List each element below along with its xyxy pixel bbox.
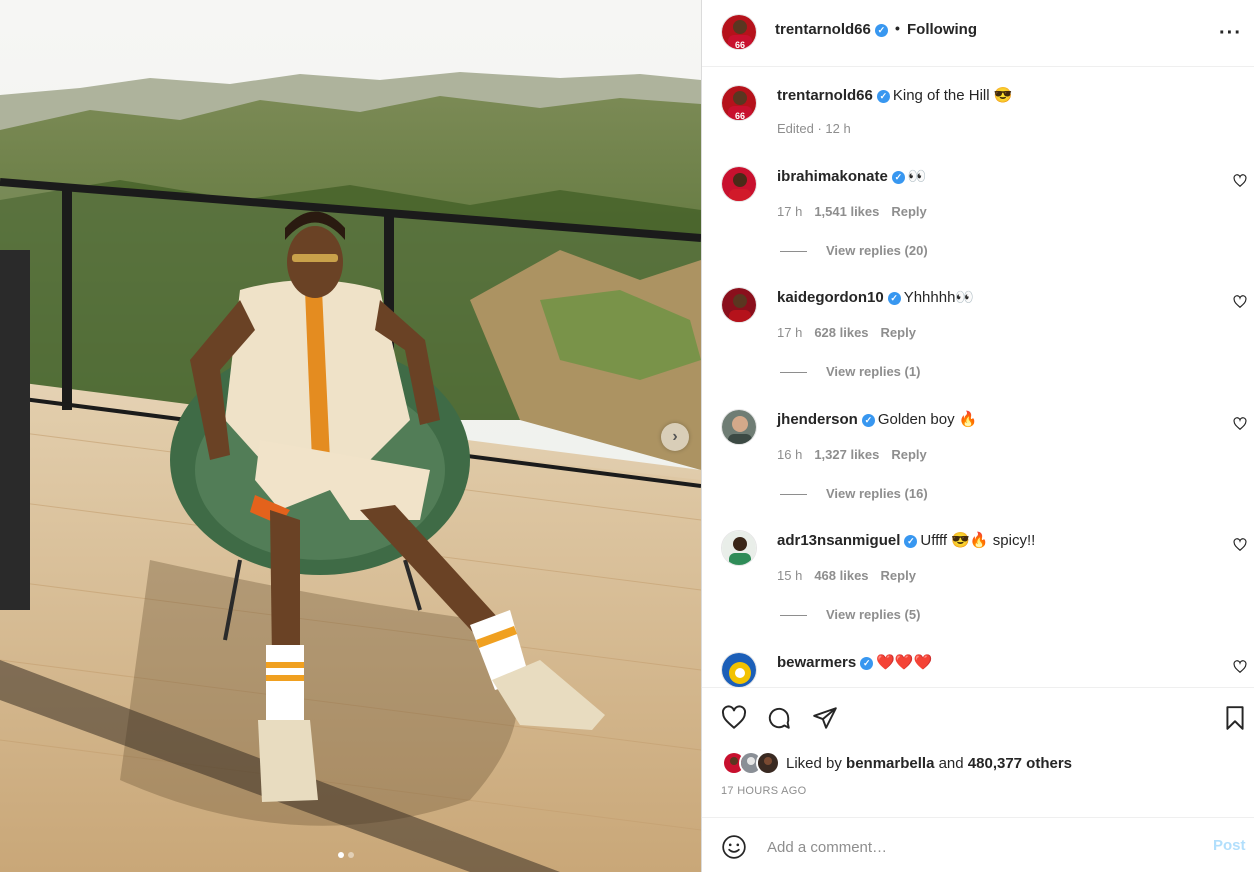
comment-meta: 16 h 1,327 likes Reply xyxy=(777,447,939,462)
carousel-dot-2 xyxy=(348,852,354,858)
reply-button[interactable]: Reply xyxy=(891,447,926,462)
author-avatar[interactable]: 66 xyxy=(721,14,757,50)
comment-avatar[interactable] xyxy=(721,166,757,202)
comment-username[interactable]: ibrahimakonate xyxy=(777,168,888,185)
comment-username[interactable]: kaidegordon10 xyxy=(777,289,884,306)
caption-text: King of the Hill 😎 xyxy=(892,87,1013,104)
reply-button[interactable]: Reply xyxy=(881,568,916,583)
verified-badge-icon: ✓ xyxy=(887,291,901,305)
comment-avatar[interactable] xyxy=(721,287,757,323)
comment-avatar[interactable] xyxy=(721,409,757,445)
comment-icon[interactable] xyxy=(766,705,792,731)
verified-badge-icon: ✓ xyxy=(891,170,905,184)
comment-time: 15 h xyxy=(777,568,803,583)
caption-username[interactable]: trentarnold66 xyxy=(777,87,873,104)
comments-list[interactable]: 66 trentarnold66 ✓ King of the Hill 😎 Edit… xyxy=(702,67,1254,687)
caption-avatar[interactable]: 66 xyxy=(721,85,757,121)
post-side-panel: 66 trentarnold66 ✓ • Following ··· 66 tre… xyxy=(701,0,1254,872)
post-comment-button[interactable]: Post xyxy=(1213,837,1246,854)
view-replies-button[interactable]: View replies (20) xyxy=(780,243,928,258)
view-replies-button[interactable]: View replies (5) xyxy=(780,607,920,622)
svg-text:66: 66 xyxy=(735,111,745,121)
likes-user[interactable]: benmarbella xyxy=(846,755,934,772)
svg-text:66: 66 xyxy=(735,40,745,50)
comment-text: Yhhhhh👀 xyxy=(903,289,975,306)
comment-likes[interactable]: 1,541 likes xyxy=(814,204,879,219)
comment-meta: 15 h 468 likes Reply xyxy=(777,568,928,583)
comment-heart-icon[interactable] xyxy=(1233,295,1247,309)
verified-badge-icon: ✓ xyxy=(861,413,875,427)
verified-badge-icon: ✓ xyxy=(904,534,918,548)
comment-username[interactable]: bewarmers xyxy=(777,654,856,671)
view-replies-label: View replies (1) xyxy=(826,364,921,379)
post-actions: Liked by benmarbella and 480,377 others … xyxy=(702,687,1254,817)
comment-text: ❤️❤️❤️ xyxy=(876,654,933,671)
comment-input[interactable] xyxy=(765,834,1189,860)
liker-avatar xyxy=(756,751,780,775)
verified-badge-icon: ✓ xyxy=(876,89,890,103)
view-replies-label: View replies (20) xyxy=(826,243,928,258)
comment-text: Uffff 😎🔥 spicy!! xyxy=(920,532,1036,549)
more-options-icon[interactable]: ··· xyxy=(1219,22,1242,45)
reply-button[interactable]: Reply xyxy=(881,325,916,340)
likes-others[interactable]: 480,377 others xyxy=(968,755,1072,772)
next-slide-button[interactable]: › xyxy=(661,423,689,451)
comment-time: 16 h xyxy=(777,447,803,462)
heart-icon[interactable] xyxy=(721,705,747,731)
comment-time: 17 h xyxy=(777,204,803,219)
comment-username[interactable]: jhenderson xyxy=(777,411,858,428)
likes-prefix: Liked by xyxy=(786,754,842,772)
post-header: 66 trentarnold66 ✓ • Following ··· xyxy=(702,0,1254,67)
comment-avatar[interactable] xyxy=(721,530,757,566)
carousel-indicator xyxy=(338,852,354,858)
emoji-icon[interactable] xyxy=(721,834,747,860)
comment-meta: 17 h 628 likes Reply xyxy=(777,325,928,340)
comment-username[interactable]: adr13nsanmiguel xyxy=(777,532,900,549)
following-button[interactable]: Following xyxy=(907,21,977,38)
author-username[interactable]: trentarnold66 xyxy=(775,21,871,38)
likes-summary[interactable]: Liked by benmarbella and 480,377 others xyxy=(722,751,1072,775)
post-photo xyxy=(0,0,701,872)
comment-meta: 17 h 1,541 likes Reply xyxy=(777,204,939,219)
comment-heart-icon[interactable] xyxy=(1233,174,1247,188)
verified-badge-icon: ✓ xyxy=(860,656,874,670)
comment-heart-icon[interactable] xyxy=(1233,660,1247,674)
view-replies-label: View replies (16) xyxy=(826,486,928,501)
comment-avatar[interactable] xyxy=(721,652,757,687)
caption-meta: Edited · 12 h xyxy=(777,121,851,136)
send-icon[interactable] xyxy=(812,705,838,731)
carousel-dot-1 xyxy=(338,852,344,858)
comment-likes[interactable]: 468 likes xyxy=(814,568,868,583)
likes-middle: and xyxy=(938,754,964,772)
view-replies-button[interactable]: View replies (1) xyxy=(780,364,920,379)
bookmark-icon[interactable] xyxy=(1222,705,1248,731)
view-replies-label: View replies (5) xyxy=(826,607,921,622)
comment-text: Golden boy 🔥 xyxy=(877,411,978,428)
post-media[interactable]: › xyxy=(0,0,701,872)
view-replies-button[interactable]: View replies (16) xyxy=(780,486,928,501)
add-comment-bar: Post xyxy=(702,817,1254,872)
comment-text: 👀 xyxy=(907,168,927,185)
post-timestamp[interactable]: 17 HOURS AGO xyxy=(721,785,807,797)
comment-likes[interactable]: 628 likes xyxy=(814,325,868,340)
verified-badge-icon: ✓ xyxy=(874,23,888,37)
header-separator: • xyxy=(895,20,900,36)
comment-time: 17 h xyxy=(777,325,803,340)
reply-button[interactable]: Reply xyxy=(891,204,926,219)
author-username-row[interactable]: trentarnold66 ✓ xyxy=(775,21,888,38)
comment-likes[interactable]: 1,327 likes xyxy=(814,447,879,462)
comment-heart-icon[interactable] xyxy=(1233,417,1247,431)
comment-heart-icon[interactable] xyxy=(1233,538,1247,552)
chevron-right-icon: › xyxy=(672,428,678,445)
